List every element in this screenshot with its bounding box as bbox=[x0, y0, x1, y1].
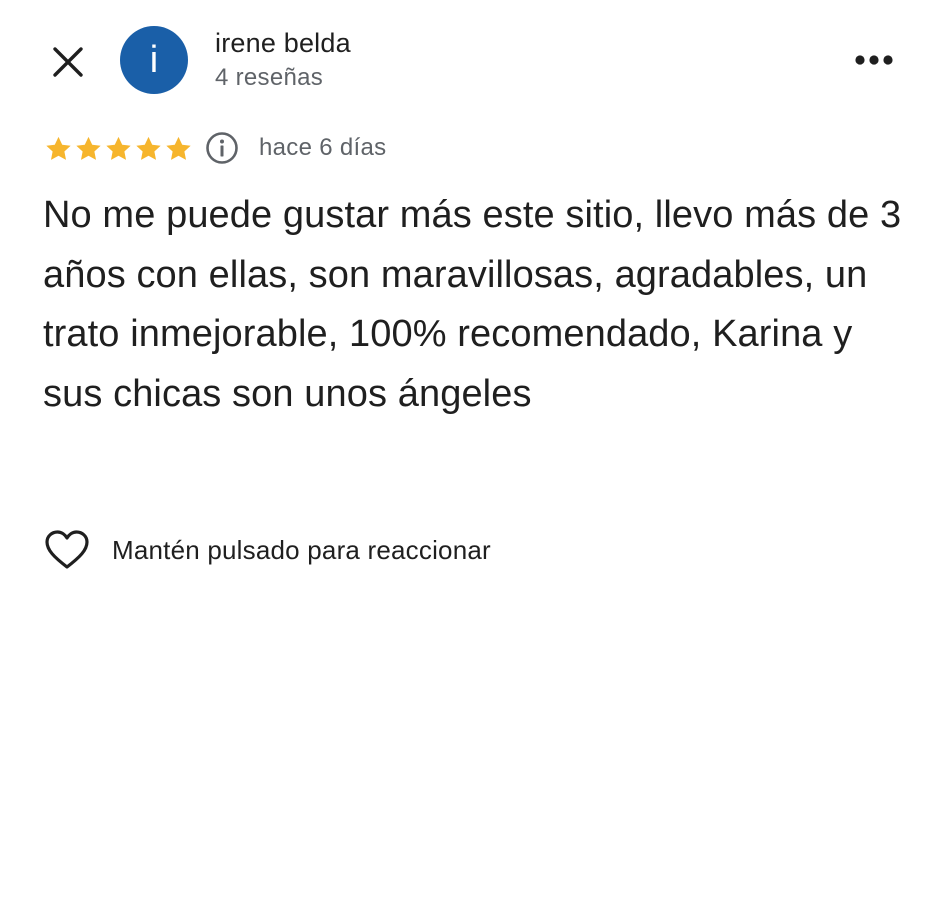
info-icon[interactable] bbox=[205, 131, 239, 165]
rating-row: hace 6 días bbox=[44, 128, 386, 168]
star-icon bbox=[134, 134, 163, 163]
star-icon bbox=[44, 134, 73, 163]
react-button[interactable]: Mantén pulsado para reaccionar bbox=[44, 526, 491, 574]
more-horizontal-icon bbox=[855, 55, 893, 65]
review-text: No me puede gustar más este sitio, llevo… bbox=[43, 194, 902, 415]
author-review-count: 4 reseñas bbox=[215, 64, 324, 91]
star-icon bbox=[74, 134, 103, 163]
avatar[interactable]: i bbox=[120, 26, 188, 94]
react-label: Mantén pulsado para reaccionar bbox=[112, 534, 491, 565]
star-icon bbox=[104, 134, 133, 163]
close-button[interactable] bbox=[44, 38, 92, 86]
close-icon bbox=[53, 47, 83, 77]
heart-icon bbox=[44, 529, 90, 571]
author-name[interactable]: irene belda bbox=[215, 28, 351, 59]
review-date: hace 6 días bbox=[259, 134, 387, 161]
more-options-button[interactable] bbox=[848, 40, 900, 80]
star-icon bbox=[164, 134, 193, 163]
star-rating bbox=[44, 134, 193, 163]
